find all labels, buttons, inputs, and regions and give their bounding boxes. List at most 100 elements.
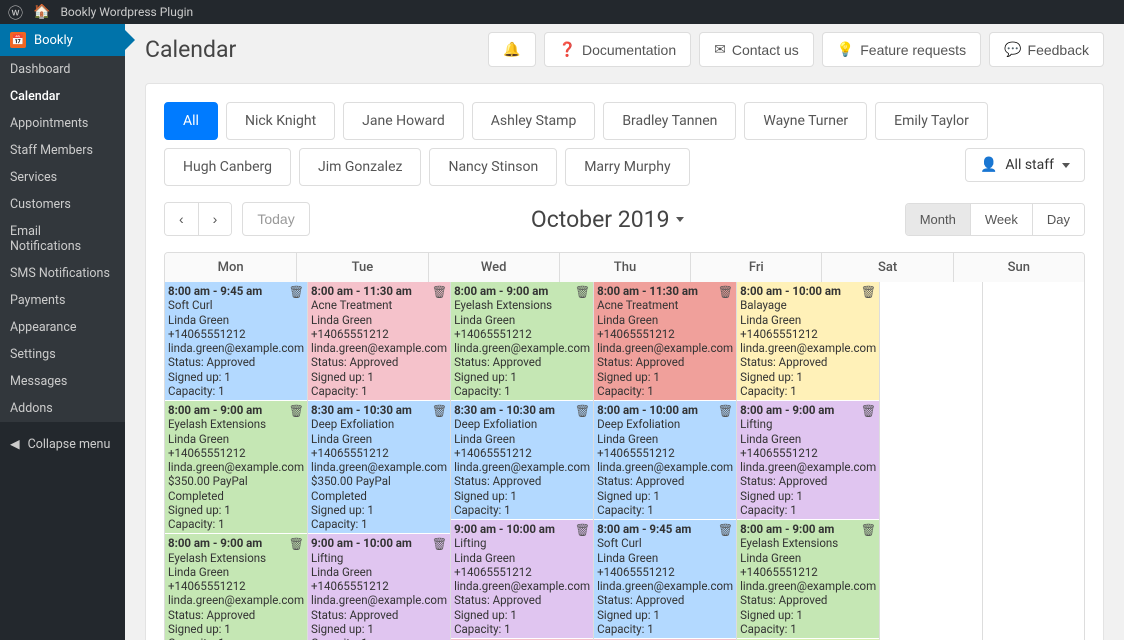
event-signed: Signed up: 1 (168, 503, 304, 517)
delete-icon[interactable]: 🗑 (718, 404, 733, 419)
wordpress-icon[interactable]: ⓦ (8, 2, 23, 23)
sidebar-item-staff-members[interactable]: Staff Members (0, 137, 125, 164)
staff-tab-ashley-stamp[interactable]: Ashley Stamp (472, 102, 596, 140)
staff-tab-all[interactable]: All (164, 102, 218, 140)
event-phone: +14065551212 (597, 327, 733, 341)
staff-tab-emily-taylor[interactable]: Emily Taylor (875, 102, 988, 140)
header-buttons: 🔔 ❓Documentation ✉Contact us 💡Feature re… (488, 32, 1104, 67)
calendar-event[interactable]: 🗑8:00 am - 11:30 amAcne TreatmentLinda G… (308, 282, 450, 401)
sidebar-item-services[interactable]: Services (0, 164, 125, 191)
delete-icon[interactable]: 🗑 (575, 404, 590, 419)
feature-requests-button[interactable]: 💡Feature requests (822, 32, 981, 67)
calendar-event[interactable]: 🗑8:00 am - 9:45 amSoft CurlLinda Green+1… (165, 282, 307, 401)
sidebar-main-bookly[interactable]: 📅 Bookly (0, 24, 125, 56)
staff-tab-marry-murphy[interactable]: Marry Murphy (565, 148, 689, 186)
event-capacity: Capacity: 1 (454, 503, 590, 517)
event-time: 8:00 am - 9:00 am (168, 536, 304, 550)
sidebar-item-dashboard[interactable]: Dashboard (0, 56, 125, 83)
event-service: Deep Exfoliation (597, 417, 733, 431)
view-month-button[interactable]: Month (906, 204, 970, 235)
delete-icon[interactable]: 🗑 (575, 523, 590, 538)
delete-icon[interactable]: 🗑 (289, 537, 304, 552)
home-icon[interactable]: 🏠 (33, 4, 50, 20)
documentation-button[interactable]: ❓Documentation (544, 32, 692, 67)
sidebar-item-calendar[interactable]: Calendar (0, 83, 125, 110)
feedback-button[interactable]: 💬Feedback (989, 32, 1104, 67)
staff-tab-bradley-tannen[interactable]: Bradley Tannen (603, 102, 736, 140)
calendar-title[interactable]: October 2019 (531, 206, 684, 233)
calendar-event[interactable]: 🗑8:00 am - 9:45 amSoft CurlLinda Green+1… (594, 520, 736, 639)
prev-button[interactable]: ‹ (165, 203, 198, 235)
delete-icon[interactable]: 🗑 (432, 404, 447, 419)
delete-icon[interactable]: 🗑 (861, 404, 876, 419)
event-signed: Signed up: 1 (168, 370, 304, 384)
view-week-button[interactable]: Week (970, 204, 1032, 235)
next-button[interactable]: › (198, 203, 232, 235)
staff-tab-nick-knight[interactable]: Nick Knight (226, 102, 335, 140)
staff-dropdown-label: All staff (1005, 157, 1054, 173)
view-day-button[interactable]: Day (1032, 204, 1084, 235)
collapse-menu[interactable]: ◀ Collapse menu (0, 426, 125, 462)
event-email: linda.green@example.com (597, 460, 733, 474)
calendar-col-fri[interactable]: 🗑8:00 am - 10:00 amBalayageLinda Green+1… (736, 282, 879, 640)
staff-dropdown[interactable]: 👤 All staff (965, 148, 1085, 182)
event-status: Status: Approved (454, 593, 590, 607)
calendar-col-wed[interactable]: 🗑8:00 am - 9:00 amEyelash ExtensionsLind… (450, 282, 593, 640)
site-name[interactable]: Bookly Wordpress Plugin (60, 5, 193, 19)
calendar-col-sat[interactable] (879, 282, 981, 640)
calendar-event[interactable]: 🗑8:30 am - 10:30 amDeep ExfoliationLinda… (451, 401, 593, 520)
calendar-event[interactable]: 🗑8:00 am - 10:00 amBalayageLinda Green+1… (737, 282, 879, 401)
calendar-event[interactable]: 🗑8:00 am - 9:00 amEyelash ExtensionsLind… (165, 401, 307, 534)
delete-icon[interactable]: 🗑 (718, 523, 733, 538)
event-capacity: Capacity: 1 (168, 517, 304, 531)
event-signed: Signed up: 1 (740, 608, 876, 622)
delete-icon[interactable]: 🗑 (432, 285, 447, 300)
delete-icon[interactable]: 🗑 (289, 404, 304, 419)
delete-icon[interactable]: 🗑 (718, 285, 733, 300)
delete-icon[interactable]: 🗑 (289, 285, 304, 300)
event-status: Status: Approved (597, 474, 733, 488)
notifications-button[interactable]: 🔔 (488, 32, 535, 67)
staff-tab-jim-gonzalez[interactable]: Jim Gonzalez (299, 148, 421, 186)
calendar-event[interactable]: 🗑8:30 am - 10:30 amDeep ExfoliationLinda… (308, 401, 450, 534)
contact-button[interactable]: ✉Contact us (699, 32, 814, 67)
sidebar-item-customers[interactable]: Customers (0, 191, 125, 218)
sidebar-item-appointments[interactable]: Appointments (0, 110, 125, 137)
delete-icon[interactable]: 🗑 (575, 285, 590, 300)
delete-icon[interactable]: 🗑 (432, 537, 447, 552)
staff-tab-wayne-turner[interactable]: Wayne Turner (744, 102, 867, 140)
calendar-col-thu[interactable]: 🗑8:00 am - 11:30 amAcne TreatmentLinda G… (593, 282, 736, 640)
staff-tab-jane-howard[interactable]: Jane Howard (343, 102, 464, 140)
calendar-col-mon[interactable]: 🗑8:00 am - 9:45 amSoft CurlLinda Green+1… (165, 282, 307, 640)
delete-icon[interactable]: 🗑 (861, 523, 876, 538)
sidebar-item-email-notifications[interactable]: Email Notifications (0, 218, 125, 260)
chevron-down-icon (1062, 163, 1070, 168)
today-button[interactable]: Today (242, 202, 309, 236)
sidebar-item-sms-notifications[interactable]: SMS Notifications (0, 260, 125, 287)
staff-tab-hugh-canberg[interactable]: Hugh Canberg (164, 148, 291, 186)
event-signed: Signed up: 1 (740, 489, 876, 503)
calendar-event[interactable]: 🗑8:00 am - 9:00 amLiftingLinda Green+140… (737, 401, 879, 520)
sidebar-item-addons[interactable]: Addons (0, 395, 125, 422)
calendar-event[interactable]: 🗑9:00 am - 10:00 amLiftingLinda Green+14… (451, 520, 593, 639)
calendar-col-tue[interactable]: 🗑8:00 am - 11:30 amAcne TreatmentLinda G… (307, 282, 450, 640)
delete-icon[interactable]: 🗑 (861, 285, 876, 300)
calendar-event[interactable]: 🗑8:00 am - 9:00 amEyelash ExtensionsLind… (737, 520, 879, 639)
sidebar-item-appearance[interactable]: Appearance (0, 314, 125, 341)
sidebar-item-settings[interactable]: Settings (0, 341, 125, 368)
event-status: Status: Approved (597, 593, 733, 607)
main-content: Calendar 🔔 ❓Documentation ✉Contact us 💡F… (125, 24, 1124, 640)
calendar-event[interactable]: 🗑8:00 am - 9:00 amEyelash ExtensionsLind… (165, 534, 307, 640)
calendar-event[interactable]: 🗑8:00 am - 11:30 amAcne TreatmentLinda G… (594, 282, 736, 401)
calendar-col-sun[interactable] (982, 282, 1084, 640)
event-customer: Linda Green (740, 551, 876, 565)
event-customer: Linda Green (311, 432, 447, 446)
calendar-event[interactable]: 🗑9:00 am - 10:00 amLiftingLinda Green+14… (308, 534, 450, 640)
sidebar-item-payments[interactable]: Payments (0, 287, 125, 314)
staff-tab-nancy-stinson[interactable]: Nancy Stinson (429, 148, 557, 186)
event-capacity: Capacity: 1 (597, 384, 733, 398)
calendar-event[interactable]: 🗑8:00 am - 9:00 amEyelash ExtensionsLind… (451, 282, 593, 401)
event-capacity: Capacity: 1 (168, 636, 304, 640)
calendar-event[interactable]: 🗑8:00 am - 10:00 amDeep ExfoliationLinda… (594, 401, 736, 520)
sidebar-item-messages[interactable]: Messages (0, 368, 125, 395)
